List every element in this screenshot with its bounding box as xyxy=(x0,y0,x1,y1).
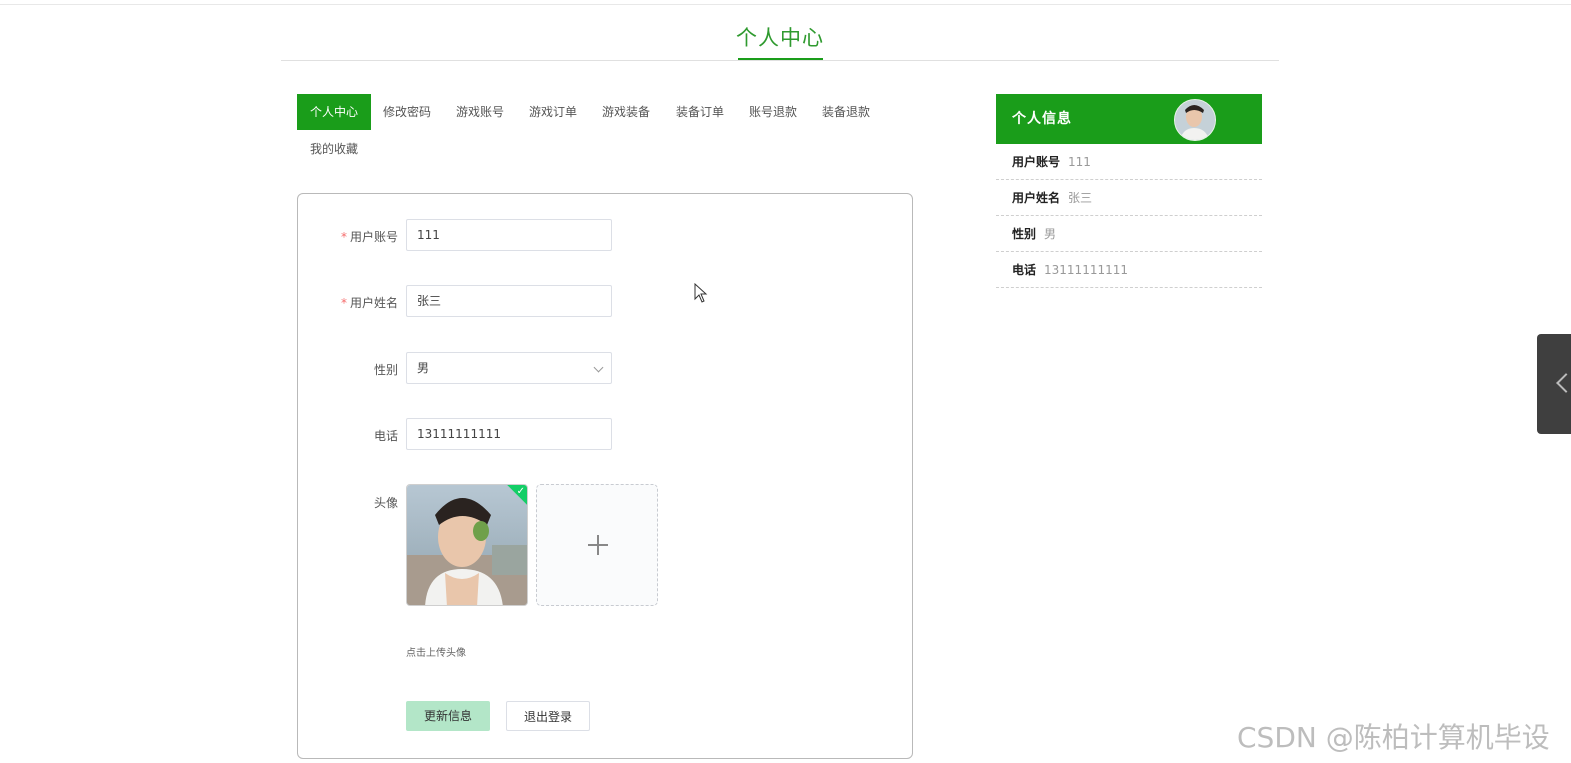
page-title: 个人中心 xyxy=(736,26,824,50)
chevron-down-icon xyxy=(593,362,604,373)
plus-icon xyxy=(588,535,608,555)
tab-equipment-orders[interactable]: 装备订单 xyxy=(663,94,737,130)
avatar xyxy=(1174,99,1216,141)
watermark: CSDN @陈柏计算机毕设 xyxy=(1237,721,1550,754)
phone-input[interactable]: 13111111111 xyxy=(406,418,612,450)
upload-tip: 点击上传头像 xyxy=(406,648,466,659)
title-divider xyxy=(281,60,1279,61)
info-panel: 个人信息 用户账号 111 用户姓名 张三 性别男 电话 13111111111 xyxy=(996,94,1262,288)
gender-select[interactable]: 男 xyxy=(406,352,612,384)
avatar-upload-button[interactable] xyxy=(536,484,658,606)
info-row-name: 用户姓名 张三 xyxy=(996,181,1262,216)
info-panel-header: 个人信息 xyxy=(996,94,1262,144)
info-panel-title: 个人信息 xyxy=(1012,111,1072,127)
required-mark: * xyxy=(340,296,347,310)
tab-change-password[interactable]: 修改密码 xyxy=(370,94,444,130)
chevron-left-icon xyxy=(1556,373,1571,393)
phone-label: 电话 xyxy=(373,429,398,443)
avatar-label: 头像 xyxy=(373,496,398,510)
account-input[interactable]: 111 xyxy=(406,219,612,251)
name-label: * 用户姓名 xyxy=(340,296,398,310)
tab-game-equipment[interactable]: 游戏装备 xyxy=(589,94,663,130)
name-input[interactable]: 张三 xyxy=(406,285,612,317)
tab-game-orders[interactable]: 游戏订单 xyxy=(516,94,590,130)
avatar-image[interactable]: ✓ xyxy=(406,484,528,606)
update-info-button[interactable]: 更新信息 xyxy=(406,701,490,731)
info-row-phone: 电话 13111111111 xyxy=(996,253,1262,288)
info-row-account: 用户账号 111 xyxy=(996,145,1262,180)
check-icon: ✓ xyxy=(516,486,525,497)
account-label: * 用户账号 xyxy=(340,230,398,244)
required-mark: * xyxy=(340,230,347,244)
logout-button[interactable]: 退出登录 xyxy=(506,701,590,731)
tab-equipment-refund[interactable]: 装备退款 xyxy=(809,94,883,130)
avatar-icon xyxy=(1175,100,1215,140)
tab-game-accounts[interactable]: 游戏账号 xyxy=(443,94,517,130)
top-divider xyxy=(0,4,1571,5)
info-row-gender: 性别男 xyxy=(996,217,1262,252)
gender-label: 性别 xyxy=(373,363,398,377)
side-panel-toggle[interactable] xyxy=(1537,334,1571,434)
tab-personal-center[interactable]: 个人中心 xyxy=(297,94,372,130)
avatar-photo xyxy=(407,485,527,605)
tab-account-refund[interactable]: 账号退款 xyxy=(736,94,810,130)
profile-form: * 用户账号 111 * 用户姓名 张三 性别 男 电话 13111111111 头… xyxy=(297,193,913,759)
mouse-cursor-icon xyxy=(694,283,708,303)
tab-my-favorites[interactable]: 我的收藏 xyxy=(297,131,371,167)
gender-select-value: 男 xyxy=(417,361,430,375)
